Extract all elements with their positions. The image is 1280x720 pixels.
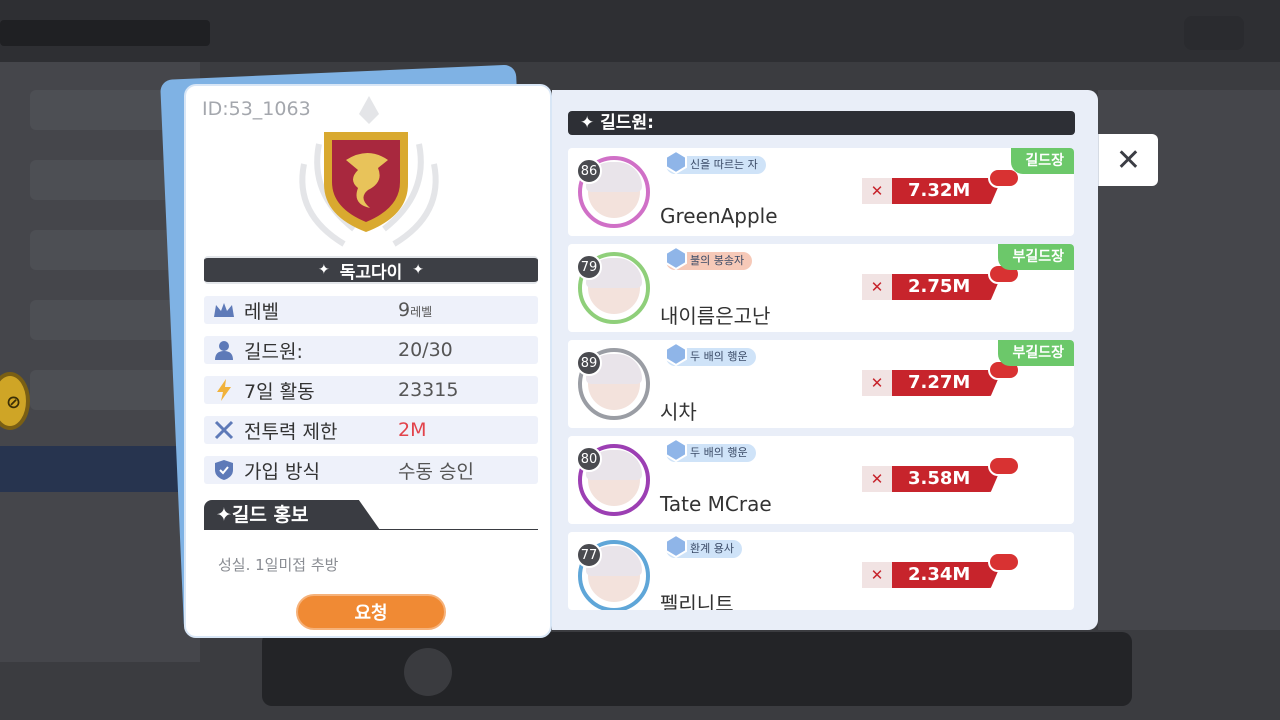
background-bottom-icon [404,648,452,696]
member-level-badge: 79 [576,254,602,280]
member-role-badge: 길드장 [1011,148,1074,174]
shield-icon [204,460,244,480]
background-title [0,20,210,46]
member-level-badge: 77 [576,542,602,568]
background-side-item [30,160,180,200]
members-header: ✦ 길드원: [568,111,1075,135]
guild-promo-title: ✦길드 홍보 [204,500,380,530]
stat-row-join-method: 가입 방식 수동 승인 [204,456,538,484]
member-power-value: 7.27M [908,372,971,393]
member-power-bar: ✕ 7.27M [862,370,1002,396]
stat-row-activity: 7일 활동 23315 [204,376,538,404]
member-name: 시차 [660,400,697,424]
member-power-value: 3.58M [908,468,971,489]
crossed-swords-icon [204,420,244,440]
title-emblem-icon [665,150,687,174]
guild-name-banner: ✦ 독고다이 ✦ [204,256,538,284]
member-row[interactable]: 80 두 배의 행운 Tate MCrae ✕ 3.58M [568,436,1074,524]
member-level-badge: 86 [576,158,602,184]
guild-crest-icon [324,132,408,232]
title-emblem-icon [665,438,687,462]
stat-value: 20/30 [398,339,453,361]
guild-members-panel: ✦ 길드원: 86 신을 따르는 자 GreenApple ✕ 7.32M 길드… [552,90,1098,630]
lightning-icon [204,379,244,401]
member-role-badge: 부길드장 [998,244,1074,270]
crown-icon [204,301,244,319]
member-power-value: 7.32M [908,180,971,201]
member-name: 펠리니트 [660,592,734,610]
member-row[interactable]: 77 환계 용사 펠리니트 ✕ 2.34M [568,532,1074,610]
stat-row-power-limit: 전투력 제한 2M [204,416,538,444]
crossed-swords-icon: ✕ [862,178,892,204]
member-power-bar: ✕ 3.58M [862,466,1002,492]
background-bottom-bar [262,632,1132,706]
stat-label: 길드원: [244,340,303,363]
guild-promo-text: 성실. 1일미접 추방 [218,556,339,574]
stat-value: 23315 [398,379,459,401]
stat-label: 전투력 제한 [244,420,338,443]
background-side-item [30,90,180,130]
close-button[interactable]: ✕ [1098,134,1158,186]
stat-row-members: 길드원: 20/30 [204,336,538,364]
crossed-swords-icon: ✕ [862,370,892,396]
power-flame-icon [988,552,1020,572]
crossed-swords-icon: ✕ [862,466,892,492]
background-side-item [30,230,180,270]
member-row[interactable]: 79 불의 봉송자 내이름은고난 ✕ 2.75M 부길드장 [568,244,1074,332]
member-level-badge: 80 [576,446,602,472]
member-row[interactable]: 86 신을 따르는 자 GreenApple ✕ 7.32M 길드장 [568,148,1074,236]
promo-divider [204,529,538,530]
guild-name: 독고다이 [339,262,403,283]
crossed-swords-icon: ✕ [862,274,892,300]
member-row[interactable]: 89 두 배의 행운 시차 ✕ 7.27M 부길드장 [568,340,1074,428]
member-power-bar: ✕ 2.34M [862,562,1002,588]
title-emblem-icon [665,246,687,270]
member-power-bar: ✕ 7.32M [862,178,1002,204]
background-side-item [30,300,180,340]
member-level-badge: 89 [576,350,602,376]
title-emblem-icon [665,534,687,558]
member-power-value: 2.75M [908,276,971,297]
member-name: 내이름은고난 [660,304,771,328]
star-icon: ✦ [317,262,330,278]
background-topright-button [1184,16,1244,50]
title-emblem-icon [665,342,687,366]
crossed-swords-icon: ✕ [862,562,892,588]
request-join-button[interactable]: 요청 [296,594,446,630]
member-name: Tate MCrae [660,492,772,516]
stat-label: 가입 방식 [244,460,320,483]
guild-info-card: ID:53_1063 ◆ ✦ 독고다이 ✦ 레벨 9레벨 길드원: 20/30 [184,84,552,638]
person-icon [204,340,244,360]
member-power-bar: ✕ 2.75M [862,274,1002,300]
background-side-active [0,446,190,492]
stat-value: 2M [398,419,427,441]
star-icon: ✦ [412,262,425,278]
stat-label: 레벨 [244,300,279,323]
background-side-item [30,370,180,410]
member-role-badge: 부길드장 [998,340,1074,366]
close-icon: ✕ [1115,142,1142,178]
stat-row-level: 레벨 9레벨 [204,296,538,324]
member-name: GreenApple [660,204,778,228]
stat-label: 7일 활동 [244,380,315,403]
power-flame-icon [988,456,1020,476]
stat-value: 9레벨 [398,299,433,321]
stat-value: 수동 승인 [398,460,474,483]
member-power-value: 2.34M [908,564,971,585]
